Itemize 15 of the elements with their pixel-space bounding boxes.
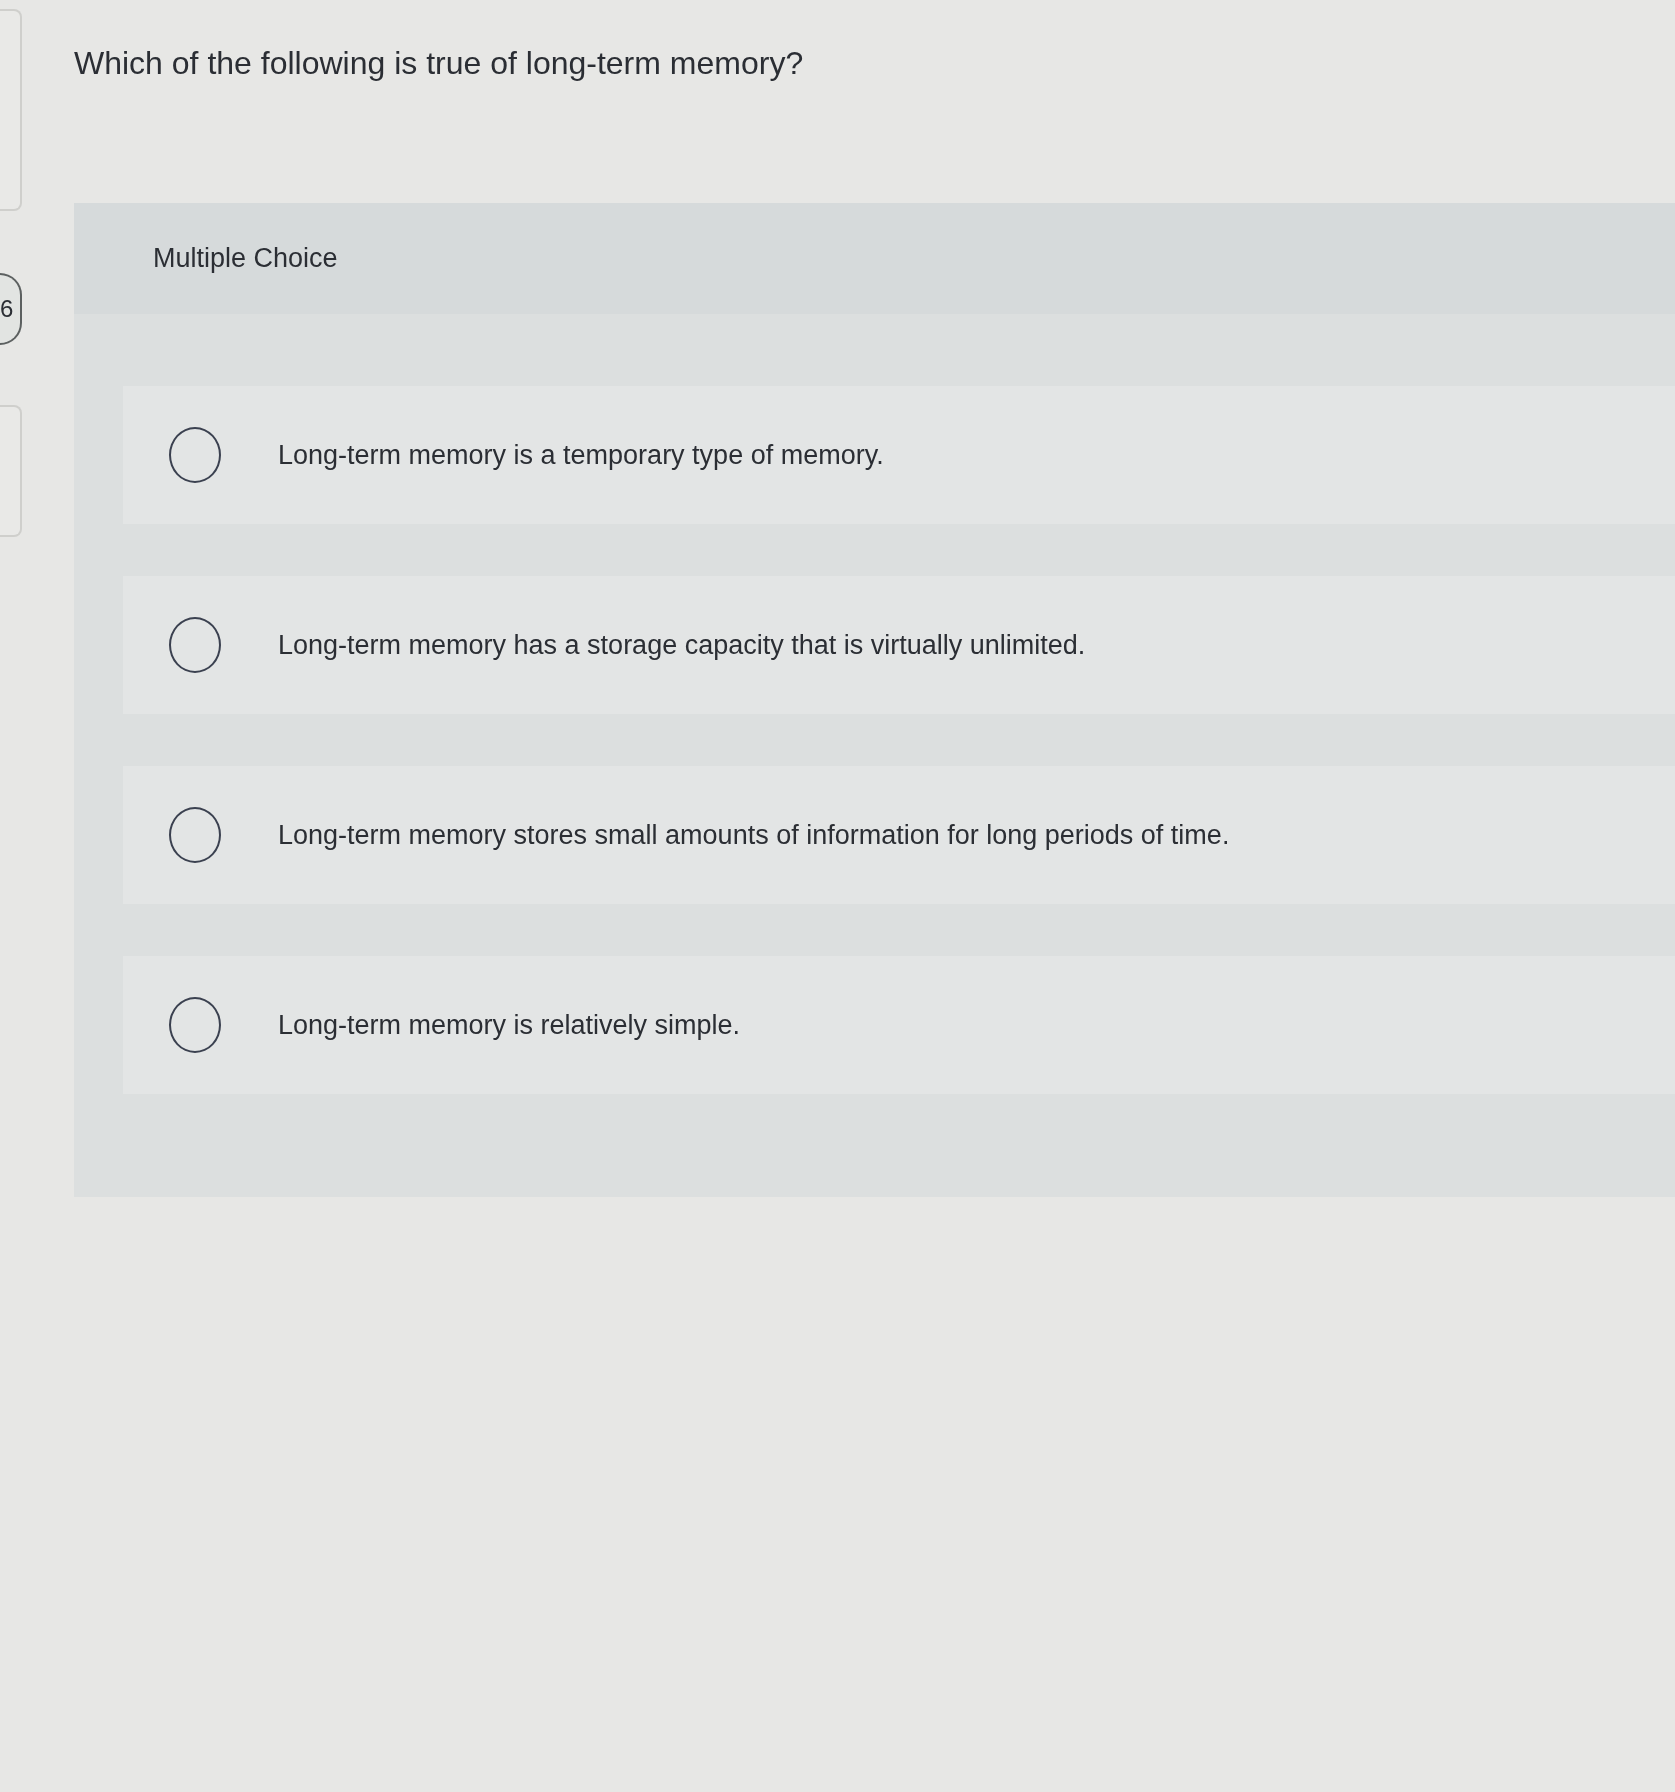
question-number-badge[interactable]: 6 [0, 273, 22, 345]
answer-option[interactable]: Long-term memory has a storage capacity that is virtually unlimited. [123, 576, 1675, 714]
option-text: Long-term memory is a temporary type of memory. [278, 439, 884, 471]
option-text: Long-term memory stores small amounts of information for long periods of time. [278, 819, 1230, 851]
answer-option[interactable]: Long-term memory stores small amounts of information for long periods of time. [123, 766, 1675, 904]
radio-button[interactable] [169, 617, 221, 673]
answer-option[interactable]: Long-term memory is relatively simple. [123, 956, 1675, 1094]
answer-option[interactable]: Long-term memory is a temporary type of memory. [123, 386, 1675, 524]
radio-button[interactable] [169, 427, 221, 483]
radio-button[interactable] [169, 807, 221, 863]
option-text: Long-term memory is relatively simple. [278, 1009, 741, 1041]
radio-button[interactable] [169, 997, 221, 1053]
question-prompt: Which of the following is true of long-term memory? [74, 44, 805, 83]
question-type-label: Multiple Choice [153, 243, 338, 274]
option-text: Long-term memory has a storage capacity that is virtually unlimited. [278, 629, 1086, 661]
